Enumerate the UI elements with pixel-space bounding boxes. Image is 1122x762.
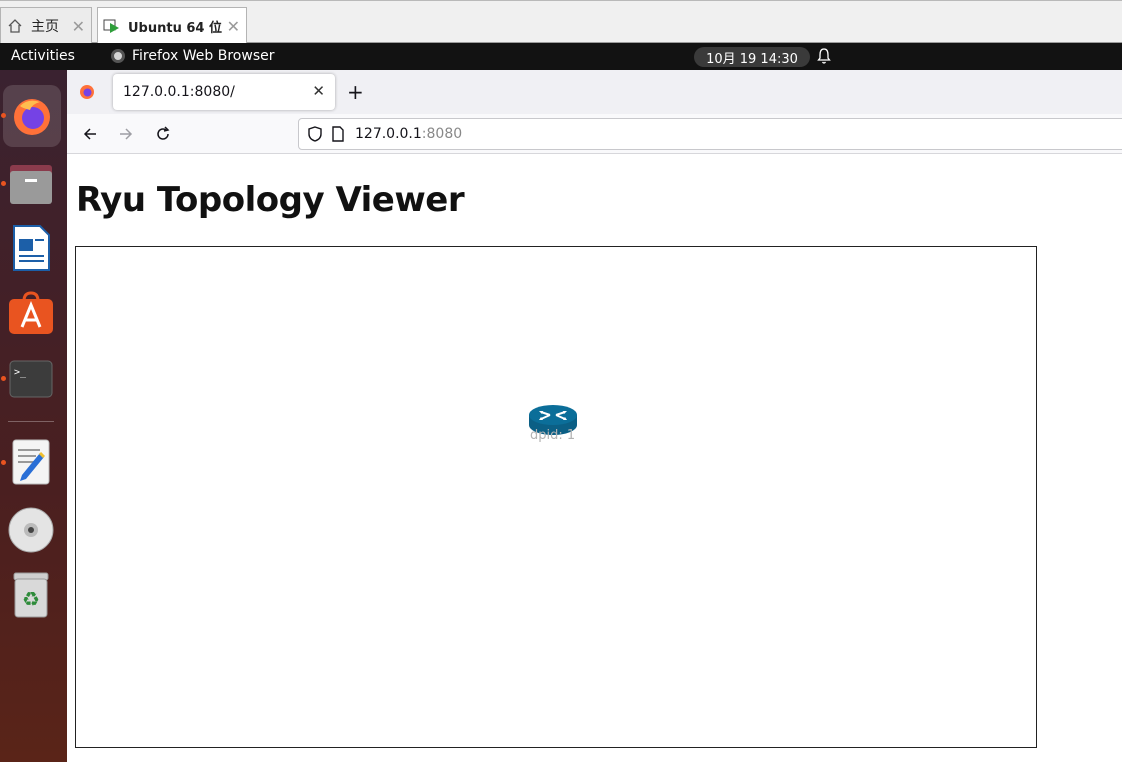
switch-label: dpid: 1 <box>530 428 576 443</box>
vmware-tab-home-label: 主页 <box>31 19 59 35</box>
shield-icon[interactable] <box>307 126 323 142</box>
activities-button[interactable]: Activities <box>11 48 75 64</box>
running-indicator <box>1 181 6 186</box>
firefox-icon <box>14 99 50 135</box>
dock-app-center[interactable] <box>7 289 55 337</box>
reload-icon[interactable] <box>153 124 173 144</box>
url-port: :8080 <box>421 126 463 142</box>
navigation-bar: 127.0.0.1:8080 <box>67 114 1122 154</box>
bell-icon[interactable] <box>816 47 832 65</box>
trash-icon: ♻ <box>13 572 49 618</box>
back-icon[interactable] <box>80 124 100 144</box>
dock-separator <box>8 421 54 422</box>
vmware-tab-ubuntu[interactable]: Ubuntu 64 位 ✕ <box>97 7 247 44</box>
vmware-tab-ubuntu-label: Ubuntu 64 位 <box>128 20 222 36</box>
svg-text:>_: >_ <box>14 367 27 378</box>
app-center-icon <box>9 291 53 334</box>
url-bar[interactable]: 127.0.0.1:8080 <box>298 118 1122 150</box>
dock-libreoffice-writer[interactable] <box>7 224 55 272</box>
terminal-icon: >_ <box>9 360 53 398</box>
svg-text:♻: ♻ <box>22 587 40 611</box>
firefox-view-icon[interactable] <box>79 84 95 100</box>
page-title: Ryu Topology Viewer <box>76 180 465 220</box>
running-indicator <box>1 460 6 465</box>
browser-tab-title: 127.0.0.1:8080/ <box>123 84 235 100</box>
dock-dvd[interactable] <box>7 506 55 554</box>
dock-terminal[interactable]: >_ <box>7 355 55 403</box>
ubuntu-dock: >_ ♻ <box>0 70 67 762</box>
dock-trash[interactable]: ♻ <box>7 571 55 619</box>
vmware-tab-strip: 主页 ✕ Ubuntu 64 位 ✕ <box>0 0 1122 44</box>
browser-tab[interactable]: 127.0.0.1:8080/ ✕ <box>113 74 335 110</box>
new-tab-icon[interactable]: + <box>347 80 364 104</box>
running-indicator <box>1 376 6 381</box>
files-icon <box>10 165 52 204</box>
close-icon[interactable]: ✕ <box>72 17 85 36</box>
text-editor-icon <box>12 439 50 485</box>
clock[interactable]: 10月 19 14:30 <box>694 47 810 67</box>
vmware-tab-home[interactable]: 主页 ✕ <box>0 7 92 44</box>
page-icon[interactable] <box>331 126 345 142</box>
app-menu-label: Firefox Web Browser <box>132 48 275 64</box>
gnome-top-bar: Activities Firefox Web Browser 10月 19 14… <box>0 43 1122 70</box>
dock-text-editor[interactable] <box>7 438 55 486</box>
topology-canvas[interactable]: dpid: 1 <box>75 246 1037 748</box>
app-menu[interactable]: Firefox Web Browser <box>111 48 275 64</box>
vm-icon <box>102 18 122 34</box>
libreoffice-writer-icon <box>13 225 50 271</box>
dvd-icon <box>8 507 54 553</box>
firefox-window: 127.0.0.1:8080/ ✕ + 127.0.0.1:8080 Ryu T… <box>67 70 1122 762</box>
dock-firefox[interactable] <box>3 85 61 147</box>
url-host: 127.0.0.1 <box>355 126 422 142</box>
forward-icon[interactable] <box>116 124 136 144</box>
dock-files[interactable] <box>7 160 55 208</box>
running-indicator <box>1 113 6 118</box>
close-icon[interactable]: ✕ <box>227 17 240 36</box>
close-icon[interactable]: ✕ <box>312 82 325 100</box>
tab-bar: 127.0.0.1:8080/ ✕ + <box>67 70 1122 114</box>
home-icon <box>5 18 25 34</box>
firefox-icon <box>111 49 125 63</box>
